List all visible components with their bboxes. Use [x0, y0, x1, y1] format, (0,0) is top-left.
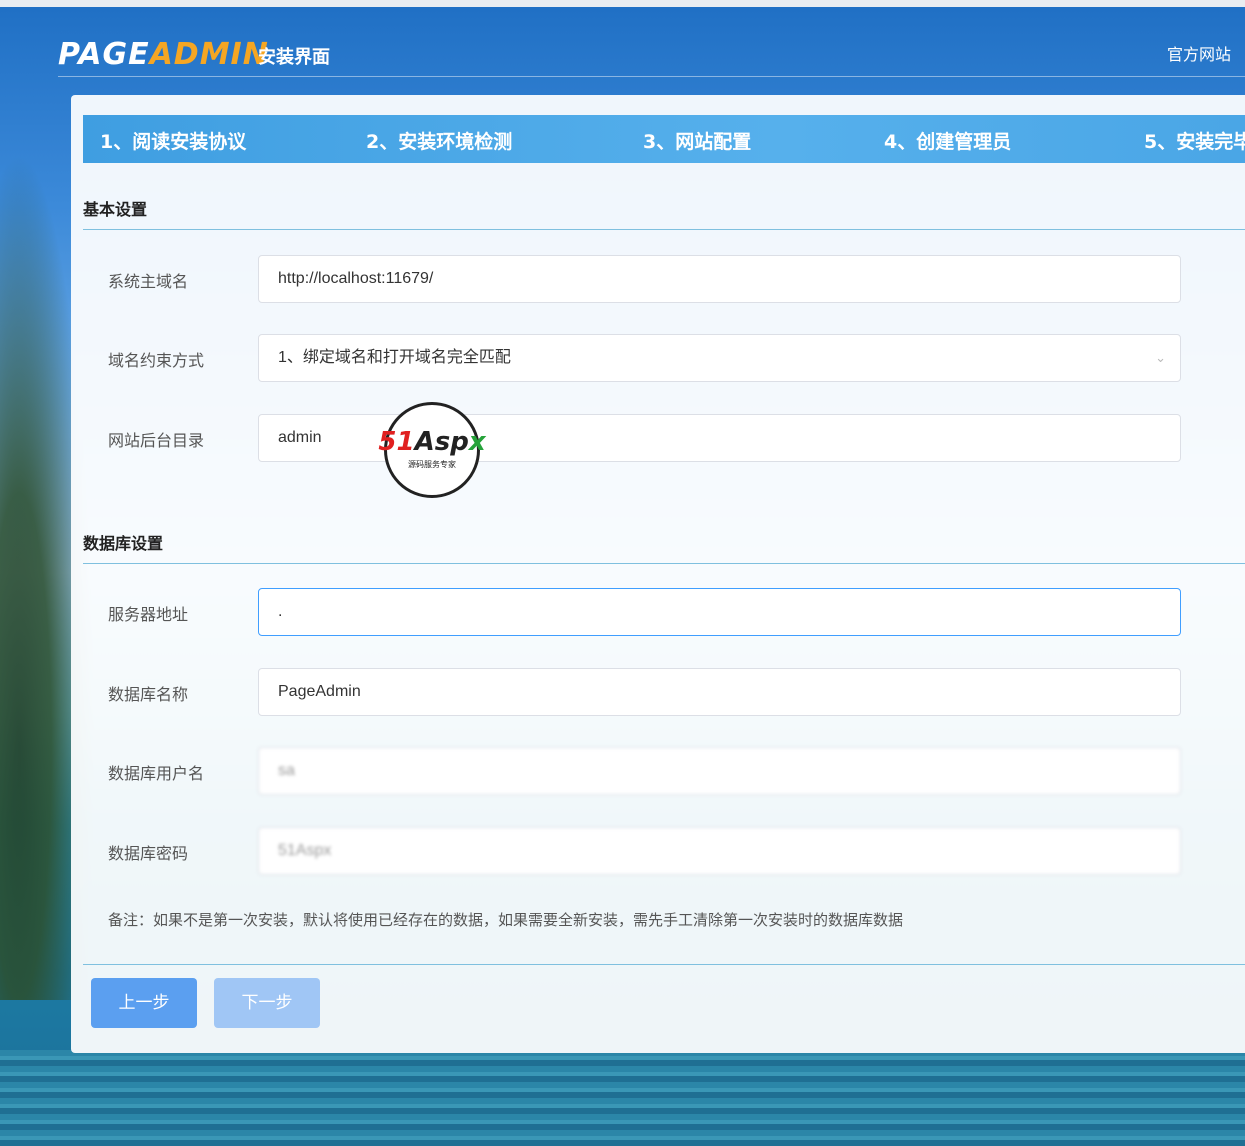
domain-label: 系统主域名 [108, 272, 189, 291]
footer-divider [83, 964, 1245, 965]
next-step-button[interactable]: 下一步 [214, 978, 320, 1028]
logo: PAGEADMIN [58, 37, 269, 72]
constraint-label: 域名约束方式 [108, 351, 205, 370]
constraint-select[interactable]: 1、绑定域名和打开域名完全匹配 ⌄ [258, 334, 1181, 382]
domain-input[interactable]: http://localhost:11679/ [258, 255, 1181, 303]
step-1: 1、阅读安装协议 [100, 131, 247, 153]
step-3: 3、网站配置 [643, 131, 752, 153]
dbname-label: 数据库名称 [108, 685, 189, 704]
watermark-subtitle: 源码服务专家 [408, 460, 456, 469]
logo-subtitle: 安装界面 [258, 47, 330, 68]
db-password-input[interactable]: 51Aspx [258, 827, 1181, 875]
watermark-logo: 51Aspx 源码服务专家 [378, 402, 486, 498]
database-settings-divider [83, 563, 1245, 564]
step-5: 5、安装完毕 [1144, 131, 1245, 153]
prev-step-button[interactable]: 上一步 [91, 978, 197, 1028]
logo-part1: PAGE [58, 37, 150, 72]
official-site-link[interactable]: 官方网站 [1167, 41, 1231, 65]
header-divider [58, 76, 1245, 77]
install-panel: 1、阅读安装协议 2、安装环境检测 3、网站配置 4、创建管理员 5、安装完毕 … [71, 95, 1245, 1053]
constraint-select-value: 1、绑定域名和打开域名完全匹配 [278, 349, 511, 366]
step-2: 2、安装环境检测 [366, 131, 513, 153]
server-input[interactable]: . [258, 588, 1181, 636]
watermark-green: x [468, 427, 486, 457]
watermark-dark: Asp [414, 427, 469, 457]
top-bar [0, 0, 1245, 7]
dbname-input[interactable]: PageAdmin [258, 668, 1181, 716]
database-settings-title: 数据库设置 [83, 534, 164, 553]
install-note: 备注：如果不是第一次安装，默认将使用已经存在的数据，如果需要全新安装，需先手工清… [108, 911, 904, 929]
logo-part2: ADMIN [149, 37, 269, 72]
chevron-down-icon: ⌄ [1155, 350, 1166, 365]
header: PAGEADMIN 安装界面 官方网站 [0, 7, 1245, 77]
watermark-red: 51 [378, 427, 415, 457]
basic-settings-divider [83, 229, 1245, 230]
server-label: 服务器地址 [108, 605, 189, 624]
db-user-label: 数据库用户名 [108, 764, 205, 783]
basic-settings-title: 基本设置 [83, 200, 148, 219]
admin-dir-label: 网站后台目录 [108, 431, 205, 450]
db-user-input[interactable]: sa [258, 747, 1181, 795]
background-sea [0, 1050, 1245, 1146]
steps-bar: 1、阅读安装协议 2、安装环境检测 3、网站配置 4、创建管理员 5、安装完毕 [83, 115, 1245, 163]
step-4: 4、创建管理员 [884, 131, 1012, 153]
db-password-label: 数据库密码 [108, 844, 189, 863]
